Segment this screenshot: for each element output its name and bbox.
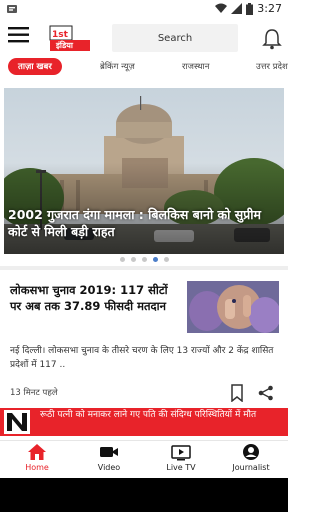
category-tabs: ताज़ा खबर ब्रेकिंग न्यूज़ राजस्थान उत्तर… bbox=[0, 58, 288, 78]
app-header: 1st इंडिया Search bbox=[0, 18, 288, 58]
bell-icon[interactable] bbox=[262, 28, 282, 50]
story-headline[interactable]: लोकसभा चुनाव 2019: 117 सीटों पर अब तक 37… bbox=[10, 282, 180, 314]
nav-home[interactable]: Home bbox=[12, 443, 62, 472]
carousel-dot[interactable] bbox=[119, 256, 125, 262]
battery-icon bbox=[246, 2, 254, 15]
story-timestamp: 13 मिनट पहले bbox=[10, 388, 58, 398]
status-bar: 3:27 bbox=[0, 0, 288, 18]
bottom-navigation: Home Video Live TV Journalist bbox=[0, 440, 288, 476]
home-icon bbox=[28, 444, 46, 460]
carousel-dot[interactable] bbox=[130, 256, 136, 262]
tab-latest-news[interactable]: ताज़ा खबर bbox=[8, 58, 62, 75]
nav-video-label: Video bbox=[97, 463, 121, 472]
tab-rajasthan[interactable]: राजस्थान bbox=[182, 61, 209, 72]
app-logo[interactable]: 1st इंडिया bbox=[48, 24, 96, 52]
nav-video[interactable]: Video bbox=[84, 443, 134, 472]
breaking-news-ticker[interactable]: रूठी पत्नी को मनाकर लाने गए पति की संदिग… bbox=[0, 408, 288, 436]
tab-uttar-pradesh[interactable]: उत्तर प्रदेश bbox=[256, 61, 288, 72]
bookmark-icon[interactable] bbox=[230, 384, 244, 402]
nav-live-tv[interactable]: Live TV bbox=[156, 443, 206, 472]
share-icon[interactable] bbox=[258, 385, 274, 401]
journalist-icon bbox=[243, 444, 259, 460]
ticker-headline: रूठी पत्नी को मनाकर लाने गए पति की संदिग… bbox=[40, 410, 257, 420]
story-summary: नई दिल्ली। लोकसभा चुनाव के तीसरे चरण के … bbox=[10, 346, 274, 370]
search-box[interactable]: Search bbox=[112, 24, 238, 52]
carousel-dot[interactable] bbox=[141, 256, 147, 262]
status-time: 3:27 bbox=[257, 2, 282, 15]
nav-home-label: Home bbox=[25, 463, 49, 472]
nav-live-tv-label: Live TV bbox=[166, 463, 196, 472]
nav-journalist[interactable]: Journalist bbox=[226, 443, 276, 472]
video-camera-icon bbox=[100, 447, 118, 457]
signal-icon bbox=[231, 3, 243, 14]
svg-text:1st: 1st bbox=[52, 30, 69, 40]
logo-text: इंडिया bbox=[56, 41, 73, 50]
ticker-logo bbox=[4, 410, 30, 434]
carousel-dot[interactable] bbox=[163, 256, 169, 262]
section-divider bbox=[0, 266, 288, 270]
carousel-indicator bbox=[0, 254, 288, 264]
story-thumbnail[interactable] bbox=[187, 281, 279, 333]
system-navigation-bar bbox=[0, 478, 288, 512]
hero-news-card[interactable]: 2002 गुजरात दंगा मामला : बिलकिस बानो को … bbox=[4, 88, 284, 254]
tv-icon bbox=[171, 445, 191, 461]
tab-breaking-news[interactable]: ब्रेकिंग न्यूज़ bbox=[100, 61, 135, 72]
menu-icon[interactable] bbox=[8, 24, 30, 46]
search-label: Search bbox=[157, 32, 193, 44]
nav-journalist-label: Journalist bbox=[232, 463, 270, 472]
carousel-dot-active[interactable] bbox=[152, 256, 158, 262]
wifi-icon bbox=[215, 3, 228, 13]
hero-headline: 2002 गुजरात दंगा मामला : बिलकिस बानो को … bbox=[8, 207, 262, 239]
notification-icon bbox=[7, 5, 17, 13]
